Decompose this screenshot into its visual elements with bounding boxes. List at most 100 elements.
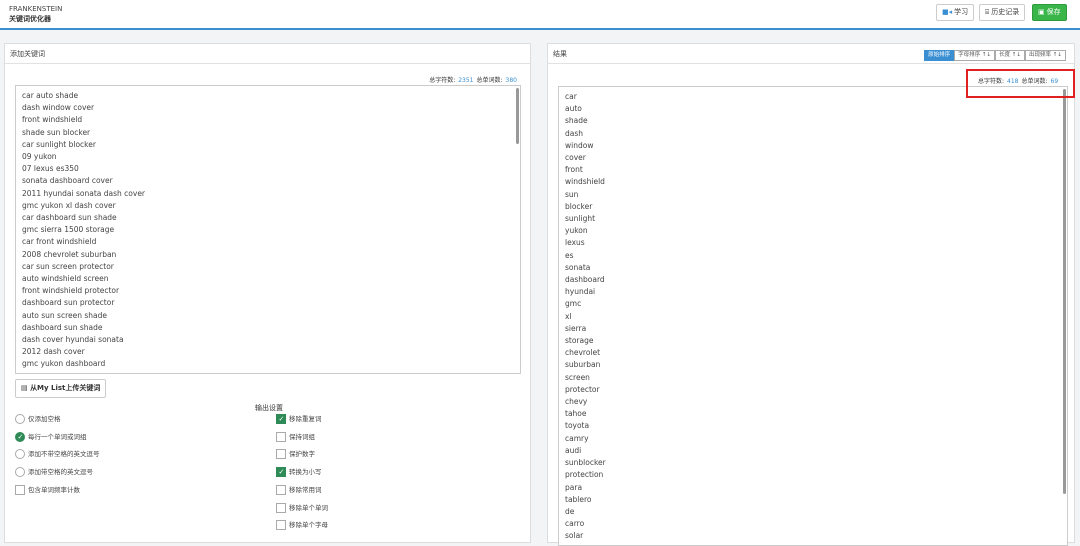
history-button[interactable]: ⌸ 历史记录 — [979, 4, 1026, 21]
radio-button[interactable] — [15, 432, 25, 442]
checkbox-label: 移除常用词 — [289, 486, 322, 494]
result-word: solar — [565, 531, 584, 541]
highlight-box — [966, 69, 1075, 98]
keyword-line: car auto shade — [22, 91, 79, 100]
left-stats: 总字符数: 2351 总单词数: 380 — [429, 77, 517, 84]
output-checkbox-option[interactable]: 转换为小写 — [276, 467, 322, 477]
result-word: protection — [565, 470, 604, 480]
keyword-line: car sun screen protector — [22, 261, 114, 271]
upload-from-list-button[interactable]: ▤ 从My List上传关键词 — [15, 379, 107, 398]
file-icon: ▤ — [21, 384, 31, 392]
keyword-line: gmc yukon dashboard — [22, 359, 106, 369]
sort-button[interactable]: 原始排序 — [924, 50, 955, 61]
keywords-scrollbar[interactable] — [516, 88, 519, 144]
chart-icon: ⌸ — [985, 8, 990, 16]
radio-button[interactable] — [15, 467, 25, 477]
top-bar: FRANKENSTEIN 关键词优化器 ■◂ 学习 ⌸ 历史记录 ▣ 保存 — [0, 0, 1080, 30]
result-word: gmc — [565, 299, 582, 309]
learn-button[interactable]: ■◂ 学习 — [936, 4, 975, 21]
app-subtitle: 关键词优化器 — [9, 15, 51, 23]
result-word: screen — [565, 372, 590, 382]
result-word: sun — [565, 189, 579, 199]
result-word: para — [565, 482, 583, 492]
checkbox[interactable] — [276, 467, 286, 477]
output-radio-option[interactable]: 添加不带空格的英文逗号 — [15, 449, 100, 459]
result-word: blocker — [565, 201, 593, 211]
result-word: sunlight — [565, 214, 596, 224]
radio-label: 添加不带空格的英文逗号 — [28, 450, 100, 458]
keyword-line: gmc yukon xl dash cover — [22, 200, 116, 210]
keyword-line: car dashboard sun shade — [22, 213, 117, 223]
radio-button[interactable] — [15, 449, 25, 459]
radio-label: 添加带空格的英文逗号 — [28, 468, 93, 476]
checkbox[interactable] — [276, 414, 286, 424]
output-checkbox-option[interactable]: 移除常用词 — [276, 485, 322, 495]
add-keywords-title: 添加关键词 — [5, 44, 530, 64]
results-output[interactable]: car auto shade dash window cover front windshie… — [558, 86, 1068, 546]
word-frequency-option[interactable]: 包含单词频率计数 — [15, 485, 80, 495]
keyword-line: 2008 chevrolet suburban — [22, 249, 117, 259]
sort-button[interactable]: 字母排序 ↑↓ — [954, 50, 996, 61]
radio-label: 仅添加空格 — [28, 415, 61, 423]
result-word: cover — [565, 153, 586, 163]
result-word: chevy — [565, 397, 588, 407]
result-word: audi — [565, 445, 582, 455]
save-button[interactable]: ▣ 保存 — [1032, 4, 1067, 21]
checkbox[interactable] — [276, 432, 286, 442]
keyword-line: dashboard sun protector — [22, 298, 115, 308]
keyword-line: 07 chevy tahoe dash cover — [16, 371, 520, 373]
checkbox[interactable] — [276, 449, 286, 459]
keyword-line: dash cover hyundai sonata — [22, 335, 124, 345]
output-checkbox-option[interactable]: 移除重复词 — [276, 414, 322, 424]
keyword-line: auto windshield screen — [22, 274, 109, 284]
keyword-line: 2011 hyundai sonata dash cover — [22, 188, 146, 198]
radio-button[interactable] — [15, 414, 25, 424]
result-word: tablero — [565, 494, 592, 504]
keyword-line: 07 lexus es350 — [22, 164, 79, 174]
result-word: window — [565, 140, 594, 150]
keyword-line: auto sun screen shade — [22, 310, 108, 320]
output-radio-option[interactable]: 仅添加空格 — [15, 414, 61, 424]
result-word: camry — [565, 433, 589, 443]
checkbox-label: 转换为小写 — [289, 468, 322, 476]
result-word: sunblocker — [565, 458, 606, 468]
sort-button[interactable]: 长度 ↑↓ — [995, 50, 1026, 61]
result-word: xl — [565, 311, 572, 321]
keywords-input[interactable]: car auto shade dash window cover front win… — [15, 85, 521, 374]
result-word: dash — [565, 128, 584, 138]
keyword-line: sonata dashboard cover — [22, 176, 113, 186]
output-checkbox-option[interactable]: 移除单个字母 — [276, 520, 328, 530]
result-word: carro — [565, 519, 585, 529]
checkbox-label: 保护数字 — [289, 450, 315, 458]
keyword-line: front windshield — [22, 115, 83, 125]
result-word: sonata — [565, 262, 591, 272]
brand: FRANKENSTEIN 关键词优化器 — [9, 4, 62, 24]
save-icon: ▣ — [1038, 8, 1045, 16]
result-word: shade — [565, 116, 588, 126]
results-scrollbar[interactable] — [1063, 89, 1066, 494]
output-checkbox-option[interactable]: 保护数字 — [276, 449, 315, 459]
keyword-line: dash window cover — [22, 103, 95, 113]
result-word: tahoe — [565, 409, 587, 419]
checkbox[interactable] — [276, 520, 286, 530]
keyword-line: front windshield protector — [22, 286, 120, 296]
checkbox-label: 移除重复词 — [289, 415, 322, 423]
result-word: lexus — [565, 238, 585, 248]
result-word: hyundai — [565, 287, 596, 297]
checkbox[interactable] — [276, 485, 286, 495]
output-radio-option[interactable]: 添加带空格的英文逗号 — [15, 467, 93, 477]
sort-button-group: 原始排序 字母排序 ↑↓ 长度 ↑↓ 出现频率 ↑↓ — [924, 50, 1066, 61]
video-icon: ■◂ — [942, 8, 953, 16]
keyword-line: 2012 dash cover — [22, 347, 85, 357]
result-word: storage — [565, 336, 594, 346]
checkbox[interactable] — [276, 503, 286, 513]
word-frequency-checkbox[interactable] — [15, 485, 25, 495]
output-radio-option[interactable]: 每行一个单词或词组 — [15, 432, 87, 442]
keyword-line: 09 yukon — [22, 152, 57, 162]
keyword-line: dashboard sun shade — [22, 322, 103, 332]
sort-button[interactable]: 出现频率 ↑↓ — [1025, 50, 1066, 61]
result-word: protector — [565, 384, 600, 394]
output-checkbox-option[interactable]: 保持词组 — [276, 432, 315, 442]
result-word-list: car auto shade dash window cover front windshie… — [559, 91, 1067, 543]
output-checkbox-option[interactable]: 移除单个单词 — [276, 503, 328, 513]
